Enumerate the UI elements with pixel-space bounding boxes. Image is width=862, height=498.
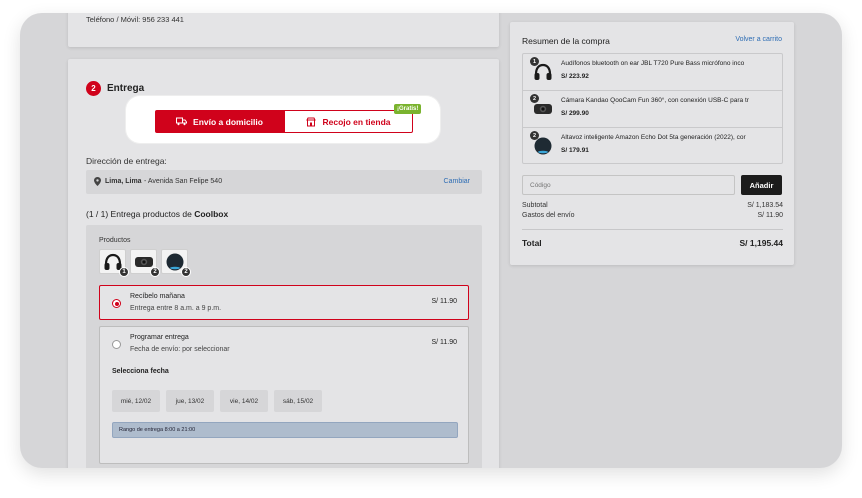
delivery-heading: (1 / 1) Entrega productos de Coolbox	[86, 209, 228, 219]
subtotal-value: S/ 1,183.54	[747, 202, 783, 209]
schedule-radio[interactable]	[112, 340, 121, 349]
address-label: Dirección de entrega:	[86, 156, 167, 166]
order-summary-card: Resumen de la compra Volver a carrito 1 …	[510, 22, 794, 265]
delivery-range-bar: Rango de entrega 8:00 a 21:00	[112, 422, 458, 438]
camera-icon	[534, 104, 552, 114]
step-title: Entrega	[107, 83, 145, 94]
subtotal-label: Subtotal	[522, 202, 548, 209]
total-label: Total	[522, 238, 542, 248]
date-options: mié, 12/02 jue, 13/02 vie, 14/02 sáb, 15…	[112, 390, 322, 412]
date-option[interactable]: mié, 12/02	[112, 390, 160, 412]
thumbnail-qty: 2	[150, 267, 160, 277]
home-delivery-label: Envío a domicilio	[193, 116, 263, 127]
item-name: Altavoz inteligente Amazon Echo Dot 5ta …	[561, 134, 746, 141]
product-thumbnail: 1	[99, 249, 129, 277]
delivery-option-tomorrow[interactable]: Recíbelo mañana Entrega entre 8 a.m. a 9…	[99, 285, 469, 320]
summary-divider	[522, 229, 783, 230]
camera-icon	[134, 256, 153, 267]
option-subtitle: Fecha de envío: por seleccionar	[130, 346, 230, 353]
item-qty: 2	[530, 131, 539, 140]
summary-title: Resumen de la compra	[522, 36, 610, 46]
home-delivery-button[interactable]: Envío a domicilio	[155, 110, 284, 133]
summary-item: 2 Altavoz inteligente Amazon Echo Dot 5t…	[523, 128, 782, 163]
item-qty: 1	[530, 57, 539, 66]
checkout-frame: Teléfono / Móvil: 956 233 441 2 Entrega …	[20, 13, 842, 468]
option-price: S/ 11.90	[431, 339, 457, 346]
thumbnail-qty: 1	[119, 267, 129, 277]
delivery-method-toggle: Envío a domicilio Recojo en tienda ¡Grat…	[126, 96, 440, 143]
shipping-row: Gastos del envío S/ 11.90	[522, 212, 783, 219]
summary-item: 2 Cámara Kandao QooCam Fun 360°, con con…	[523, 91, 782, 128]
product-thumbnail: 2	[161, 249, 191, 277]
address-city: Lima, Lima	[105, 178, 142, 185]
summary-items: 1 Audífonos bluetooth on ear JBL T720 Pu…	[522, 53, 783, 164]
summary-item: 1 Audífonos bluetooth on ear JBL T720 Pu…	[523, 54, 782, 91]
option-price: S/ 11.90	[431, 298, 457, 305]
option-title: Programar entrega	[130, 334, 189, 341]
item-price: S/ 299.90	[561, 110, 589, 117]
date-option[interactable]: vie, 14/02	[220, 390, 268, 412]
product-thumbnails: 1 2 2	[99, 249, 191, 277]
option-title: Recíbelo mañana	[130, 293, 185, 300]
total-value: S/ 1,195.44	[739, 238, 783, 248]
contact-phone: Teléfono / Móvil: 956 233 441	[86, 15, 184, 24]
product-thumbnail: 2	[130, 249, 160, 277]
truck-icon	[176, 117, 188, 126]
delivery-card: 2 Entrega Envío a domicilio Recojo en ti…	[68, 59, 499, 468]
item-name: Cámara Kandao QooCam Fun 360°, con conex…	[561, 97, 749, 104]
back-to-cart-link[interactable]: Volver a carrito	[735, 36, 782, 43]
item-price: S/ 223.92	[561, 73, 589, 80]
products-panel: Productos 1 2 2 Recíbelo mañana Entrega …	[86, 225, 482, 468]
address-box: Lima, Lima - Avenida San Felipe 540 Camb…	[86, 170, 482, 194]
item-qty: 2	[530, 94, 539, 103]
item-price: S/ 179.91	[561, 147, 589, 154]
promo-code-input[interactable]	[522, 175, 735, 195]
location-pin-icon	[94, 177, 101, 186]
apply-code-button[interactable]: Añadir	[741, 175, 782, 195]
shipping-label: Gastos del envío	[522, 212, 575, 219]
thumbnail-qty: 2	[181, 267, 191, 277]
option-subtitle: Entrega entre 8 a.m. a 9 p.m.	[130, 305, 222, 312]
date-option[interactable]: jue, 13/02	[166, 390, 214, 412]
date-option[interactable]: sáb, 15/02	[274, 390, 322, 412]
step-number-badge: 2	[86, 81, 101, 96]
free-badge: ¡Gratis!	[394, 104, 422, 114]
delivery-option-schedule[interactable]: Programar entrega Fecha de envío: por se…	[99, 326, 469, 464]
select-date-label: Selecciona fecha	[112, 368, 169, 375]
store-icon	[306, 117, 317, 126]
tomorrow-radio[interactable]	[112, 299, 121, 308]
total-row: Total S/ 1,195.44	[522, 238, 783, 248]
subtotal-row: Subtotal S/ 1,183.54	[522, 202, 783, 209]
address-street: - Avenida San Felipe 540	[144, 178, 223, 185]
delivery-store: Coolbox	[194, 209, 229, 219]
shipping-value: S/ 11.90	[757, 212, 783, 219]
products-label: Productos	[99, 237, 131, 244]
contact-card: Teléfono / Móvil: 956 233 441	[68, 13, 499, 47]
item-name: Audífonos bluetooth on ear JBL T720 Pure…	[561, 60, 745, 67]
delivery-count: (1 / 1) Entrega productos de	[86, 209, 192, 219]
store-pickup-label: Recojo en tienda	[322, 116, 391, 127]
change-address-link[interactable]: Cambiar	[444, 178, 470, 185]
